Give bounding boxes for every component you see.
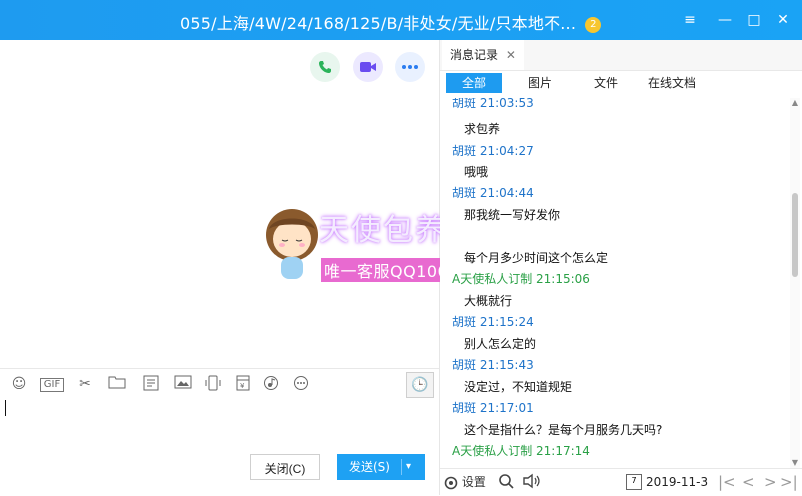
tab-label: 消息记录	[450, 48, 499, 62]
search-icon[interactable]	[498, 473, 514, 494]
more-actions-button[interactable]	[395, 52, 425, 82]
window-title: 055/上海/4W/24/168/125/B/非处女/无业/只本地不... 2	[180, 10, 602, 34]
message-list: 胡斑 21:03:53 求包养 胡斑 21:04:27 哦哦 胡斑 21:04:…	[440, 98, 788, 466]
svg-text:¥: ¥	[240, 382, 245, 390]
title-bar: 055/上海/4W/24/168/125/B/非处女/无业/只本地不... 2 …	[0, 0, 802, 40]
close-tab-icon[interactable]: ✕	[506, 48, 516, 62]
message-text: 这个是指什么？是每个月服务几天吗?	[464, 423, 663, 437]
image-icon[interactable]	[174, 375, 192, 393]
text-caret	[5, 400, 6, 416]
shake-icon[interactable]	[204, 375, 222, 393]
history-bottom-bar: 设置 7 2019-11-3 |< < > >|	[440, 468, 802, 496]
settings-label: 设置	[461, 475, 486, 489]
filter-online-docs[interactable]: 在线文档	[646, 73, 698, 93]
scroll-thumb[interactable]	[792, 193, 798, 277]
message-meta: 胡斑 21:15:24	[452, 315, 534, 329]
scroll-up-icon[interactable]: ▲	[790, 98, 800, 108]
settings-button[interactable]: 设置	[444, 473, 486, 491]
vip-badge: 2	[585, 16, 602, 33]
message-meta: 胡斑 21:15:43	[452, 358, 534, 372]
calendar-icon[interactable]: 7	[626, 474, 642, 490]
history-tab-strip: 消息记录 ✕	[440, 40, 802, 71]
message-text: 求包养	[464, 122, 501, 136]
composer-toolbar: ☺ GIF ✂ ¥	[0, 368, 439, 399]
message-meta: 胡斑 21:04:44	[452, 186, 534, 200]
history-pane: 消息记录 ✕ 全部 图片 文件 在线文档 胡斑 21:03:53 求包养 胡斑 …	[440, 40, 802, 496]
gear-icon	[444, 476, 458, 489]
filter-files[interactable]: 文件	[592, 73, 620, 93]
message-meta: A天使私人订制 21:17:14	[452, 444, 590, 458]
video-call-button[interactable]	[353, 52, 383, 82]
scissors-icon[interactable]: ✂	[76, 375, 94, 393]
history-filters: 全部 图片 文件 在线文档	[440, 73, 802, 95]
filter-images[interactable]: 图片	[526, 73, 554, 93]
template-icon[interactable]	[142, 375, 160, 393]
message-text: 没定过，不知道规矩	[464, 380, 573, 394]
folder-icon[interactable]	[108, 375, 126, 393]
phone-icon	[319, 61, 331, 73]
first-page-icon[interactable]: |<	[718, 471, 736, 493]
message-text: 大概就行	[464, 294, 513, 308]
message-meta: 胡斑 21:03:53	[452, 98, 534, 110]
next-page-icon[interactable]: >	[764, 471, 777, 493]
history-date[interactable]: 2019-11-3	[646, 473, 708, 491]
window-title-text: 055/上海/4W/24/168/125/B/非处女/无业/只本地不...	[180, 14, 577, 33]
message-meta: 胡斑 21:04:27	[452, 144, 534, 158]
speaker-icon[interactable]	[522, 473, 542, 494]
send-button[interactable]: 发送(S) ▾	[337, 454, 425, 480]
emoji-icon[interactable]: ☺	[10, 375, 28, 393]
cartoon-girl-logo	[266, 209, 318, 279]
message-meta: A天使私人订制 21:15:06	[452, 272, 590, 286]
history-scrollbar[interactable]: ▲ ▼	[790, 98, 800, 468]
scroll-down-icon[interactable]: ▼	[790, 458, 800, 468]
close-chat-button[interactable]: 关闭(C)	[250, 454, 320, 480]
more-icon	[402, 65, 418, 69]
message-text: 那我统一写好发你	[464, 208, 561, 222]
gif-icon[interactable]: GIF	[40, 378, 64, 392]
message-text: 别人怎么定的	[464, 337, 537, 351]
video-icon	[360, 62, 376, 72]
prev-page-icon[interactable]: <	[742, 471, 755, 493]
filter-all[interactable]: 全部	[446, 73, 502, 93]
music-icon[interactable]	[262, 375, 280, 393]
history-clock-icon[interactable]: 🕒	[406, 372, 434, 398]
tab-message-history[interactable]: 消息记录 ✕	[442, 40, 524, 70]
red-packet-icon[interactable]: ¥	[234, 375, 252, 393]
more-tools-icon[interactable]	[292, 375, 310, 393]
message-text: 每个月多少时间这个怎么定	[464, 251, 609, 265]
last-page-icon[interactable]: >|	[780, 471, 798, 493]
phone-call-button[interactable]	[310, 52, 340, 82]
send-divider	[401, 459, 402, 475]
maximize-button[interactable]: □	[744, 10, 764, 30]
close-window-button[interactable]: ✕	[773, 10, 793, 30]
send-options-arrow-icon[interactable]: ▾	[406, 454, 411, 480]
message-text: 哦哦	[464, 165, 489, 179]
minimize-button[interactable]: —	[715, 10, 735, 30]
message-meta: 胡斑 21:17:01	[452, 401, 534, 415]
menu-icon[interactable]: ≡	[680, 10, 700, 30]
send-label: 发送(S)	[349, 460, 390, 474]
